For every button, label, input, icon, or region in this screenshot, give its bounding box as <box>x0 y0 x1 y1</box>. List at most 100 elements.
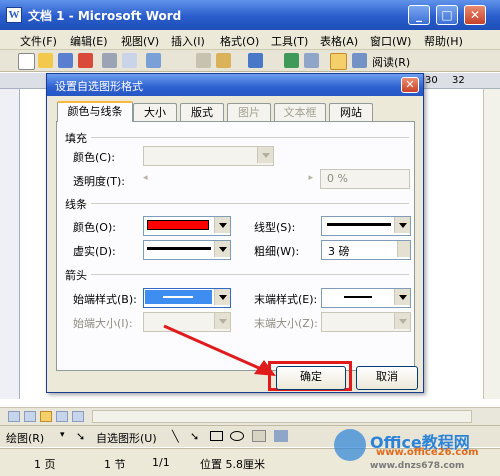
save-icon[interactable] <box>58 53 73 68</box>
watermark-url-2: www.dnzs678.com <box>370 461 465 471</box>
read-icon[interactable] <box>352 53 367 68</box>
divider <box>91 274 409 275</box>
print-view-icon[interactable] <box>40 411 52 422</box>
end-style-dropdown[interactable] <box>321 288 411 308</box>
paste-icon[interactable] <box>216 53 231 68</box>
permission-icon[interactable] <box>78 53 93 68</box>
line-color-dropdown[interactable] <box>143 216 231 236</box>
vertical-textbox-icon[interactable] <box>274 430 288 442</box>
vertical-ruler[interactable] <box>0 89 20 399</box>
line-style-dropdown[interactable] <box>321 216 411 236</box>
cancel-button[interactable]: 取消 <box>356 366 418 390</box>
vertical-scrollbar[interactable] <box>483 89 500 399</box>
spinner-arrows-icon[interactable] <box>397 241 410 257</box>
textbox-tool-icon[interactable] <box>252 430 266 442</box>
status-section: 1 节 <box>104 458 126 471</box>
window-title: 文档 1 - Microsoft Word <box>28 9 182 23</box>
normal-view-icon[interactable] <box>8 411 20 422</box>
draw-menu-button[interactable]: 绘图(R) <box>6 430 44 446</box>
line-style-label: 线型(S): <box>254 221 296 234</box>
ruler-number: 30 <box>425 75 438 86</box>
tables-icon[interactable] <box>304 53 319 68</box>
chevron-down-icon[interactable]: ▾ <box>60 430 65 440</box>
menu-table[interactable]: 表格(A) <box>320 33 358 49</box>
line-preview <box>163 296 193 298</box>
begin-size-label: 始端大小(I): <box>73 317 133 330</box>
web-view-icon[interactable] <box>24 411 36 422</box>
read-button-label[interactable]: 阅读(R) <box>372 54 410 70</box>
minimize-button[interactable]: _ <box>408 5 430 25</box>
weight-spinner[interactable]: 3 磅 <box>321 240 411 260</box>
line-preview <box>344 296 372 298</box>
window-titlebar: W 文档 1 - Microsoft Word _ □ ✕ <box>0 0 500 30</box>
drawing-toggle-icon[interactable] <box>330 53 347 70</box>
rectangle-tool-icon[interactable] <box>210 431 223 441</box>
end-style-label: 末端样式(E): <box>254 293 318 306</box>
tab-size[interactable]: 大小 <box>133 103 177 121</box>
menu-insert[interactable]: 插入(I) <box>171 33 205 49</box>
arrow-tool-icon[interactable]: ➘ <box>190 430 199 443</box>
menu-edit[interactable]: 编辑(E) <box>70 33 108 49</box>
arrows-section-label: 箭头 <box>65 269 87 282</box>
menu-help[interactable]: 帮助(H) <box>424 33 463 49</box>
copy-icon[interactable] <box>196 53 211 68</box>
menu-tools[interactable]: 工具(T) <box>271 33 308 49</box>
annotation-arrow <box>163 324 276 376</box>
divider <box>91 137 409 138</box>
dash-dropdown[interactable] <box>143 240 231 260</box>
status-pages: 1/1 <box>152 456 170 469</box>
watermark: Office教程网 www.office26.com www.dnzs678.c… <box>330 425 496 475</box>
oval-tool-icon[interactable] <box>230 431 244 441</box>
horizontal-scrollbar[interactable] <box>92 410 472 423</box>
fill-color-dropdown <box>143 146 274 166</box>
select-pointer-icon[interactable]: ➘ <box>76 430 88 443</box>
menu-file[interactable]: 文件(F) <box>20 33 57 49</box>
transparency-value: 0 % <box>327 172 348 185</box>
chevron-down-icon <box>394 289 410 305</box>
spelling-icon[interactable] <box>146 53 161 68</box>
undo-icon[interactable] <box>248 53 263 68</box>
dash-preview <box>147 247 211 250</box>
status-page: 1 页 <box>34 458 56 471</box>
word-icon: W <box>6 7 22 23</box>
menu-window[interactable]: 窗口(W) <box>370 33 411 49</box>
menu-view[interactable]: 视图(V) <box>121 33 159 49</box>
red-color-swatch <box>147 220 209 230</box>
weight-label: 粗细(W): <box>254 245 300 258</box>
begin-style-label: 始端样式(B): <box>73 293 137 306</box>
office-logo-icon <box>334 429 366 461</box>
open-folder-icon[interactable] <box>38 53 53 68</box>
dialog-titlebar[interactable]: 设置自选图形格式 ✕ <box>47 74 423 96</box>
dialog-close-button[interactable]: ✕ <box>401 77 419 93</box>
view-bar <box>0 407 500 425</box>
watermark-url: www.office26.com <box>376 447 479 458</box>
menu-format[interactable]: 格式(O) <box>220 33 259 49</box>
chevron-down-icon <box>214 241 230 257</box>
divider <box>91 203 409 204</box>
line-tool-icon[interactable]: ╲ <box>172 430 179 443</box>
new-document-icon[interactable] <box>18 53 35 70</box>
outline-view-icon[interactable] <box>56 411 68 422</box>
fill-color-label: 颜色(C): <box>73 151 115 164</box>
print-icon[interactable] <box>102 53 117 68</box>
ruler-number: 32 <box>452 75 465 86</box>
reading-view-icon[interactable] <box>72 411 84 422</box>
maximize-button[interactable]: □ <box>436 5 458 25</box>
close-window-button[interactable]: ✕ <box>464 5 486 25</box>
hyperlink-icon[interactable] <box>284 53 299 68</box>
transparency-spinner: 0 % <box>320 169 410 189</box>
tab-layout[interactable]: 版式 <box>180 103 224 121</box>
begin-style-dropdown[interactable] <box>143 288 231 308</box>
autoshapes-menu-button[interactable]: 自选图形(U) <box>96 430 157 446</box>
print-preview-icon[interactable] <box>122 53 137 68</box>
dash-label: 虚实(D): <box>73 245 116 258</box>
tab-web[interactable]: 网站 <box>329 103 373 121</box>
begin-style-selected <box>145 290 212 304</box>
tab-colors-and-lines[interactable]: 颜色与线条 <box>57 101 133 122</box>
chevron-down-icon <box>214 289 230 305</box>
line-style-preview <box>327 223 391 226</box>
chevron-down-icon <box>394 313 410 329</box>
fill-section-label: 填充 <box>65 132 87 145</box>
tab-picture: 图片 <box>227 103 271 121</box>
slider-left-icon: ◂ <box>143 173 148 183</box>
